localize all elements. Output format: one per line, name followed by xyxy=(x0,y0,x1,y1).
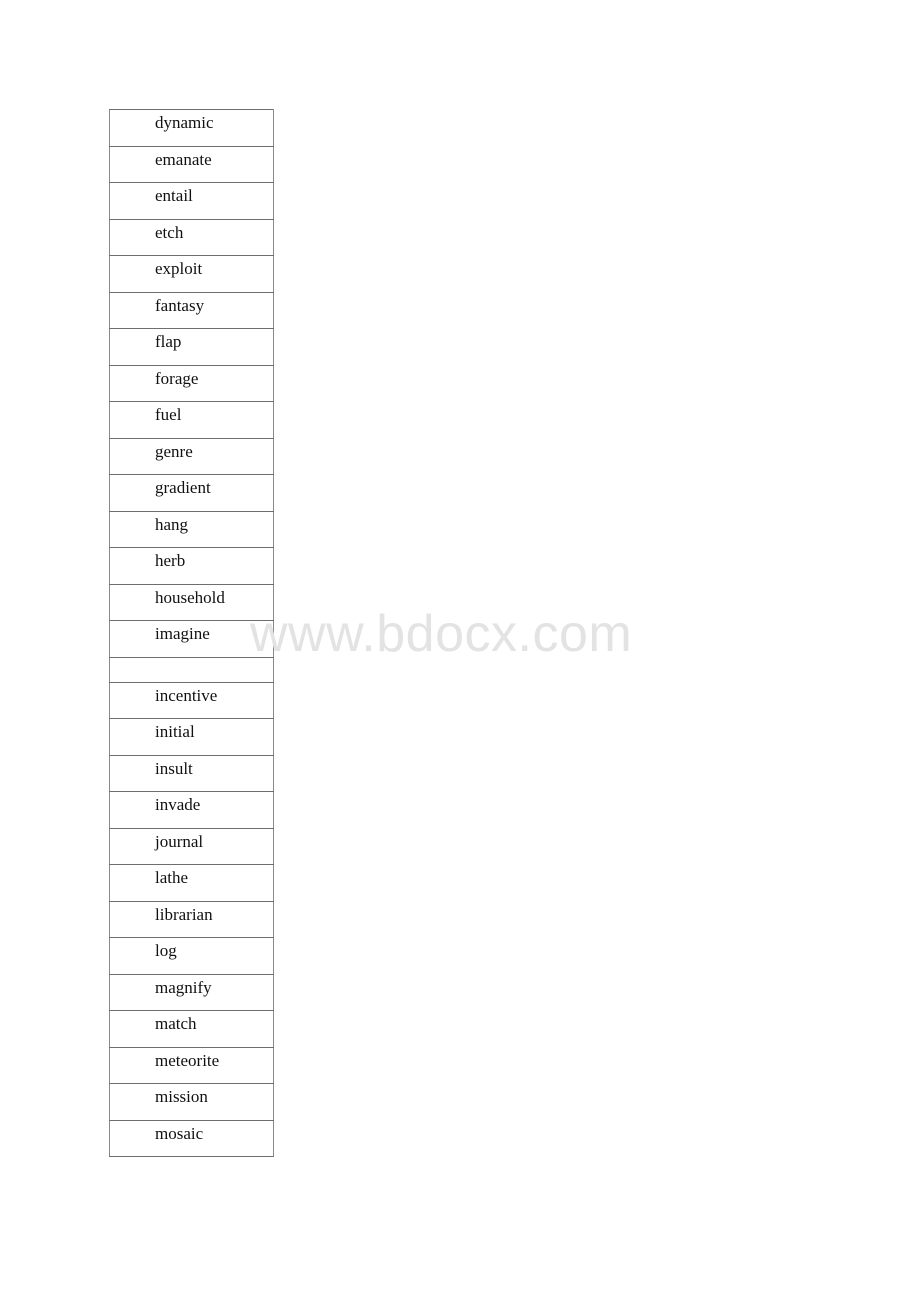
word-cell: genre xyxy=(109,437,274,475)
table-row: lathe xyxy=(109,864,274,902)
word-cell: incentive xyxy=(109,681,274,719)
word-cell xyxy=(109,656,274,683)
word-cell: initial xyxy=(109,718,274,756)
watermark: www.bdocx.com xyxy=(250,605,633,663)
word-cell: dynamic xyxy=(109,109,274,147)
table-row: hang xyxy=(109,510,274,548)
word-cell: entail xyxy=(109,182,274,220)
word-cell: flap xyxy=(109,328,274,366)
table-row: magnify xyxy=(109,973,274,1011)
word-cell: imagine xyxy=(109,620,274,658)
word-cell: household xyxy=(109,583,274,621)
vocabulary-table: dynamic emanate entail etch exploit fantasy fl… xyxy=(109,109,274,1157)
word-cell: gradient xyxy=(109,474,274,512)
word-cell: librarian xyxy=(109,900,274,938)
table-row: librarian xyxy=(109,900,274,938)
word-cell: fantasy xyxy=(109,291,274,329)
table-row: meteorite xyxy=(109,1046,274,1084)
word-cell: etch xyxy=(109,218,274,256)
word-cell: invade xyxy=(109,791,274,829)
table-row: entail xyxy=(109,182,274,220)
table-row: log xyxy=(109,937,274,975)
table-row: household xyxy=(109,583,274,621)
table-row: flap xyxy=(109,328,274,366)
word-cell: fuel xyxy=(109,401,274,439)
table-row: incentive xyxy=(109,681,274,719)
table-row: genre xyxy=(109,437,274,475)
word-cell: mosaic xyxy=(109,1119,274,1157)
table-row: insult xyxy=(109,754,274,792)
table-row: gradient xyxy=(109,474,274,512)
table-row: imagine xyxy=(109,620,274,658)
vocabulary-table-body: dynamic emanate entail etch exploit fantasy fl… xyxy=(109,109,274,1157)
word-cell: meteorite xyxy=(109,1046,274,1084)
word-cell: mission xyxy=(109,1083,274,1121)
word-cell: insult xyxy=(109,754,274,792)
word-cell: match xyxy=(109,1010,274,1048)
table-row: mission xyxy=(109,1083,274,1121)
table-row: emanate xyxy=(109,145,274,183)
table-row: forage xyxy=(109,364,274,402)
word-cell: hang xyxy=(109,510,274,548)
table-row: match xyxy=(109,1010,274,1048)
table-row-empty xyxy=(109,656,274,683)
word-cell: emanate xyxy=(109,145,274,183)
word-cell: lathe xyxy=(109,864,274,902)
table-row: initial xyxy=(109,718,274,756)
word-cell: magnify xyxy=(109,973,274,1011)
table-row: dynamic xyxy=(109,109,274,147)
table-row: herb xyxy=(109,547,274,585)
table-row: invade xyxy=(109,791,274,829)
word-cell: journal xyxy=(109,827,274,865)
table-row: etch xyxy=(109,218,274,256)
word-cell: herb xyxy=(109,547,274,585)
table-row: mosaic xyxy=(109,1119,274,1157)
word-cell: log xyxy=(109,937,274,975)
table-row: fantasy xyxy=(109,291,274,329)
document-page: dynamic emanate entail etch exploit fantasy fl… xyxy=(0,0,920,1302)
word-cell: exploit xyxy=(109,255,274,293)
table-row: exploit xyxy=(109,255,274,293)
table-row: fuel xyxy=(109,401,274,439)
word-cell: forage xyxy=(109,364,274,402)
table-row: journal xyxy=(109,827,274,865)
